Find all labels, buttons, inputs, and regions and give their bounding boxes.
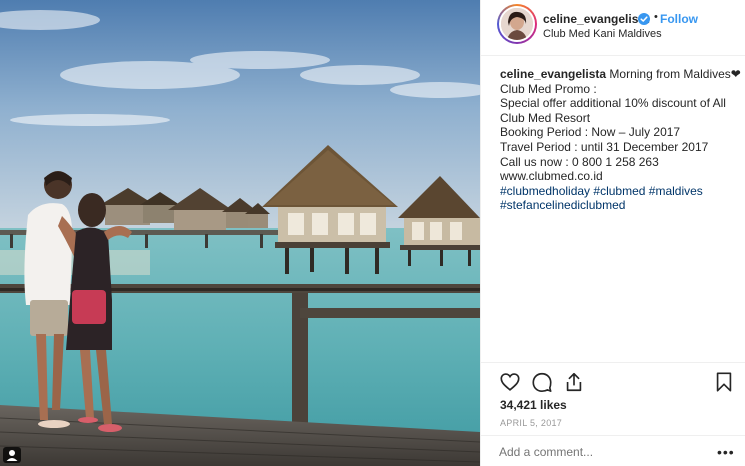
hashtag-link[interactable]: #clubmedholiday (500, 184, 590, 198)
post-date: APRIL 5, 2017 (500, 418, 563, 428)
post-side-panel: celine_evangelista • Follow Club Med Kan… (480, 0, 745, 466)
comment-box: ••• (481, 435, 745, 466)
comment-input[interactable] (499, 442, 699, 462)
hashtag-link[interactable]: #stefancelinediclubmed (500, 198, 625, 212)
caption-line: www.clubmed.co.id (500, 169, 603, 184)
hashtag-link[interactable]: #maldives (649, 184, 703, 198)
avatar-photo (501, 8, 533, 40)
separator-dot: • (654, 11, 658, 23)
bookmark-icon[interactable] (713, 371, 735, 393)
post-caption: celine_evangelista Morning from Maldives… (500, 67, 741, 213)
caption-line: Club Med Promo : (500, 81, 597, 96)
post-header: celine_evangelista • Follow Club Med Kan… (481, 0, 745, 56)
location-link[interactable]: Club Med Kani Maldives (543, 28, 662, 40)
heart-outline-icon[interactable] (499, 371, 521, 393)
maldives-scene (0, 0, 480, 466)
caption-line: Special offer additional 10% discount of… (500, 96, 726, 111)
post-actions: 34,421 likes APRIL 5, 2017 ••• (481, 362, 745, 466)
avatar[interactable] (497, 4, 537, 44)
caption-line: Call us now : 0 800 1 258 263 (500, 154, 659, 169)
caption-username-link[interactable]: celine_evangelista (500, 67, 606, 81)
follow-button[interactable]: Follow (660, 12, 698, 26)
caption-text: Morning from Maldives (609, 67, 731, 81)
more-options-icon[interactable]: ••• (717, 444, 735, 460)
caption-line: Booking Period : Now – July 2017 (500, 125, 681, 140)
comment-bubble-icon[interactable] (531, 371, 553, 393)
likes-count[interactable]: 34,421 likes (500, 398, 567, 412)
username-link[interactable]: celine_evangelista (543, 12, 649, 26)
heart-emoji: ❤ (730, 67, 741, 81)
caption-line: Travel Period : until 31 December 2017 (500, 139, 709, 154)
verified-badge-icon (638, 12, 650, 25)
share-upload-icon[interactable] (563, 371, 585, 393)
post-photo[interactable] (0, 0, 480, 466)
hashtag-link[interactable]: #clubmed (593, 184, 645, 198)
user-tag-icon[interactable] (3, 447, 21, 463)
caption-line: Club Med Resort (500, 110, 591, 125)
